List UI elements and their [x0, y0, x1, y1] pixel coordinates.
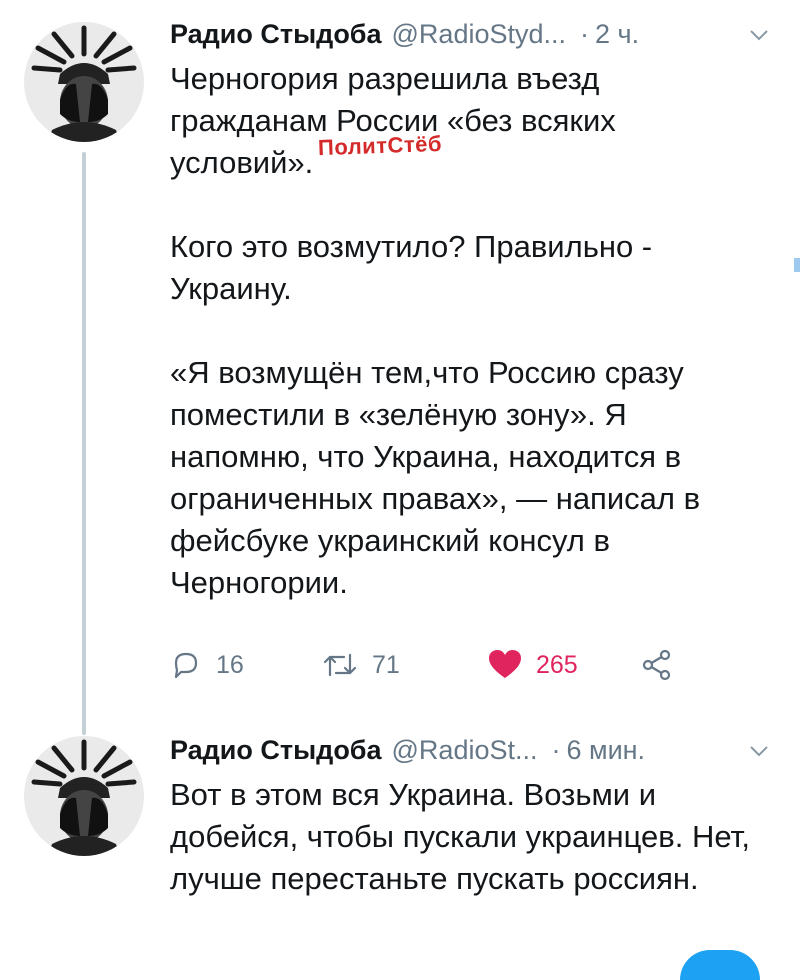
reply-button[interactable]: 16 — [170, 640, 244, 690]
separator-dot: · — [551, 734, 561, 765]
thread-connector-line — [82, 152, 86, 735]
tweet[interactable]: Радио Стыдоба @RadioStyd... · 2 ч. Черно… — [0, 0, 800, 735]
statue-of-liberty-facepalm-icon — [24, 736, 144, 856]
reply-icon — [174, 652, 198, 679]
separator-dot: · — [580, 18, 590, 49]
author-handle[interactable]: @RadioSt... — [392, 735, 538, 766]
tweet-timestamp[interactable]: 6 мин. — [566, 735, 645, 766]
retweet-count: 71 — [372, 650, 400, 679]
like-button[interactable]: 265 — [488, 640, 578, 690]
retweet-icon — [323, 653, 357, 677]
scroll-indicator — [794, 258, 800, 272]
author-handle[interactable]: @RadioStyd... — [392, 19, 567, 50]
tweet-paragraph: Кого это возмутило? Правильно - Украину. — [170, 229, 653, 306]
reply-count: 16 — [216, 650, 244, 679]
tweet-actions: 16 71 265 — [170, 640, 690, 690]
like-count: 265 — [536, 650, 578, 679]
statue-of-liberty-facepalm-icon — [24, 22, 144, 142]
heart-icon — [489, 650, 521, 678]
share-button[interactable] — [640, 640, 674, 690]
watermark-logo: ПолитСтёб — [317, 130, 443, 161]
tweet-paragraph: Черногория разрешила въезд гражданам Рос… — [170, 61, 616, 180]
tweet[interactable]: Радио Стыдоба @RadioSt... · 6 мин. Вот в… — [0, 718, 800, 962]
author-name[interactable]: Радио Стыдоба — [170, 19, 382, 50]
avatar[interactable] — [24, 22, 144, 142]
tweet-text: Черногория разрешила въезд гражданам Рос… — [170, 58, 760, 604]
tweet-paragraph: Вот в этом вся Украина. Возьми и добейся… — [170, 777, 750, 896]
retweet-button[interactable]: 71 — [322, 640, 400, 690]
tweet-header: Радио Стыдоба @RadioStyd... · 2 ч. — [170, 14, 639, 54]
tweet-paragraph: «Я возмущён тем,что Россию сразу помести… — [170, 355, 701, 600]
tweet-text: Вот в этом вся Украина. Возьми и добейся… — [170, 774, 760, 900]
author-name[interactable]: Радио Стыдоба — [170, 735, 382, 766]
chevron-down-icon[interactable] — [748, 740, 770, 762]
chevron-down-icon[interactable] — [748, 24, 770, 46]
share-icon — [642, 649, 671, 681]
tweet-timestamp[interactable]: 2 ч. — [595, 19, 639, 50]
avatar[interactable] — [24, 736, 144, 856]
tweet-header: Радио Стыдоба @RadioSt... · 6 мин. — [170, 730, 645, 770]
